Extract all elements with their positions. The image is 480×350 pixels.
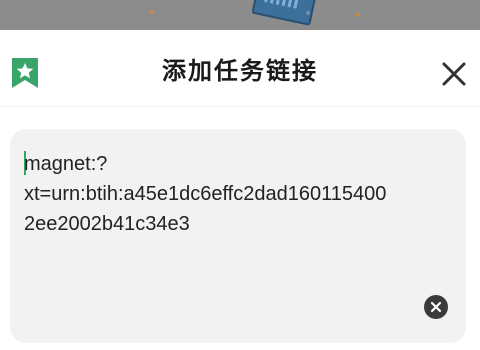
link-line-1: magnet:? — [24, 153, 108, 175]
decorative-dot — [150, 10, 154, 14]
add-task-link-dialog: 添加任务链接 magnet:? xt=urn:btih:a45e1dc6effc2… — [0, 30, 480, 350]
task-link-input[interactable]: magnet:? xt=urn:btih:a45e1dc6effc2dad1601… — [10, 129, 466, 343]
task-link-value[interactable]: magnet:? xt=urn:btih:a45e1dc6effc2dad1601… — [24, 149, 454, 239]
link-line-3: 2ee2002b41c34e3 — [24, 213, 190, 235]
clear-circle-icon[interactable] — [424, 295, 448, 319]
dialog-title: 添加任务链接 — [162, 56, 318, 85]
bookmark-star-icon[interactable] — [10, 56, 40, 90]
screen: 添加任务链接 magnet:? xt=urn:btih:a45e1dc6effc2… — [0, 0, 480, 350]
decorative-dot — [306, 11, 310, 15]
dimmed-background[interactable] — [0, 0, 480, 30]
close-icon[interactable] — [440, 60, 468, 88]
decorative-dot — [356, 13, 360, 17]
link-line-2: xt=urn:btih:a45e1dc6effc2dad160115400 — [24, 183, 387, 205]
dialog-header: 添加任务链接 — [0, 30, 480, 107]
